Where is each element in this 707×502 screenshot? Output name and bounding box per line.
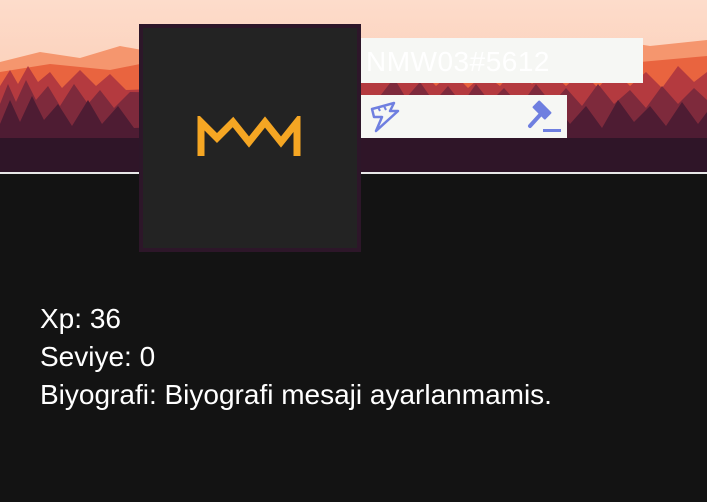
level-label: Seviye:: [40, 341, 132, 372]
hypesquad-lightning-icon: [368, 99, 400, 138]
bio-value: Biyografi mesaji ayarlanmamis.: [164, 379, 552, 410]
xp-line: Xp: 36: [40, 300, 552, 338]
profile-stats: Xp: 36 Seviye: 0 Biyografi: Biyografi me…: [40, 300, 552, 414]
level-value: 0: [139, 341, 156, 372]
nmw-logo-icon: [197, 116, 301, 156]
avatar: [139, 24, 361, 252]
username-box: NMW03#5612: [361, 38, 643, 83]
bio-line: Biyografi: Biyografi mesaji ayarlanmamis…: [40, 376, 552, 414]
xp-label: Xp:: [40, 303, 83, 334]
bio-label: Biyografi:: [40, 379, 157, 410]
xp-value: 36: [89, 303, 121, 334]
username: NMW03#5612: [366, 46, 550, 77]
moderator-gavel-icon: [527, 99, 561, 140]
badge-bar: [361, 95, 567, 138]
level-line: Seviye: 0: [40, 338, 552, 376]
